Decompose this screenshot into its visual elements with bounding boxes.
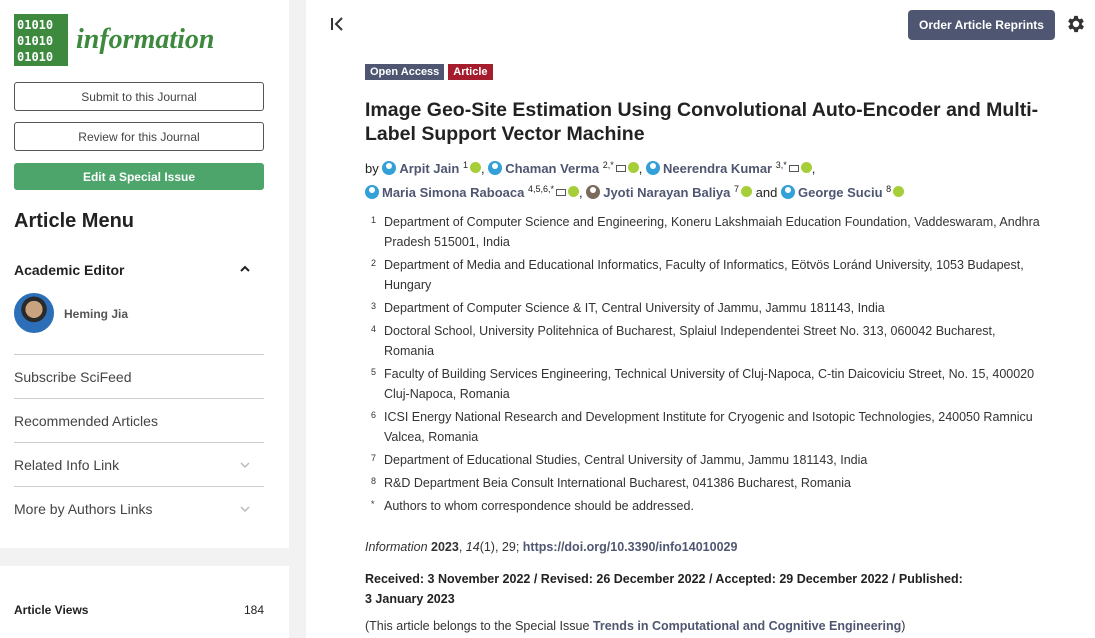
journal-logo[interactable]: 01010 01010 01010 information <box>14 14 214 66</box>
article-main: Order Article Reprints Open Access Artic… <box>306 0 1095 638</box>
article-badges: Open Access Article <box>365 64 493 80</box>
author-icon <box>488 161 503 175</box>
sidebar-item-label: Recommended Articles <box>14 412 158 429</box>
author-photo-icon <box>586 185 601 199</box>
chevron-up-icon[interactable] <box>240 264 250 274</box>
affiliation-item: 7 Department of Educational Studies, Cent… <box>371 453 868 467</box>
sidebar-item-subscribe[interactable]: Subscribe SciFeed <box>14 354 264 398</box>
orcid-icon[interactable] <box>469 162 481 173</box>
affiliation-item: 2 Department of Media and Educational Inf… <box>371 258 1024 292</box>
article-views-label: Article Views <box>14 603 89 617</box>
author-link[interactable]: Jyoti Narayan Baliya <box>586 185 730 200</box>
author-link[interactable]: Maria Simona Raboaca <box>365 185 524 200</box>
affiliation-item: 3 Department of Computer Science & IT, Ce… <box>371 301 885 315</box>
sidebar-item-related-info[interactable]: Related Info Link <box>14 442 264 486</box>
sidebar-item-label: Related Info Link <box>14 456 120 473</box>
sidebar-item-label: More by Authors Links <box>14 500 153 517</box>
submit-button[interactable]: Submit to this Journal <box>14 82 264 111</box>
author-link[interactable]: Neerendra Kumar <box>646 161 772 176</box>
academic-editor-title[interactable]: Academic Editor <box>14 262 124 278</box>
orcid-icon[interactable] <box>893 186 905 197</box>
affiliation-item: 4 Doctoral School, University Politehnica… <box>371 324 996 358</box>
orcid-icon[interactable] <box>741 186 753 197</box>
article-title: Image Geo-Site Estimation Using Convolut… <box>365 99 1039 145</box>
article-views-panel <box>0 566 289 638</box>
orcid-icon[interactable] <box>567 186 579 197</box>
author-icon <box>382 161 397 175</box>
sidebar-item-label: Subscribe SciFeed <box>14 368 132 385</box>
editor-name[interactable]: Heming Jia <box>64 307 128 321</box>
review-button[interactable]: Review for this Journal <box>14 122 264 151</box>
correspondence-note: * Authors to whom correspondence should b… <box>371 499 694 513</box>
affiliation-list: 1 Department of Computer Science and Engi… <box>365 212 1045 519</box>
article-views-value: 184 <box>244 603 265 617</box>
doi-link[interactable]: https://doi.org/10.3390/info14010029 <box>523 540 738 554</box>
author-icon <box>365 185 379 199</box>
article-type-badge: Article <box>448 64 493 80</box>
special-issue-note: (This article belongs to the Special Iss… <box>365 619 906 633</box>
edit-special-issue-button[interactable]: Edit a Special Issue <box>14 163 264 190</box>
author-link[interactable]: George Suciu <box>781 185 883 200</box>
mail-icon[interactable] <box>788 165 799 172</box>
author-list: by Arpit Jain 1, Chaman Verma 2,*, Neere… <box>365 155 1065 203</box>
chevron-down-icon <box>240 505 250 512</box>
mail-icon[interactable] <box>615 165 626 172</box>
order-reprints-button[interactable]: Order Article Reprints <box>908 10 1055 40</box>
sidebar: 01010 01010 01010 information Submit to … <box>0 0 289 548</box>
gear-icon[interactable] <box>1065 13 1087 35</box>
affiliation-item: 8 R&D Department Beia Consult Internation… <box>371 476 851 490</box>
publication-dates: Received: 3 November 2022 / Revised: 26 … <box>365 572 963 606</box>
article-menu-title: Article Menu <box>14 210 135 232</box>
author-icon <box>781 185 795 199</box>
sidebar-item-more-by-authors[interactable]: More by Authors Links <box>14 486 264 530</box>
editor-avatar[interactable] <box>14 293 54 333</box>
orcid-icon[interactable] <box>627 162 639 173</box>
logo-text: information <box>76 24 215 55</box>
collapse-sidebar-icon[interactable] <box>330 16 346 32</box>
mail-icon[interactable] <box>555 189 566 196</box>
logo-icon: 01010 01010 01010 <box>14 14 68 66</box>
affiliation-item: 6 ICSI Energy National Research and Devel… <box>371 410 1033 444</box>
orcid-icon[interactable] <box>800 162 812 173</box>
author-link[interactable]: Chaman Verma <box>488 161 599 176</box>
affiliation-item: 1 Department of Computer Science and Engi… <box>371 215 1040 249</box>
author-link[interactable]: Arpit Jain <box>382 161 459 176</box>
special-issue-link[interactable]: Trends in Computational and Cognitive En… <box>593 619 901 633</box>
citation: Information 2023, 14(1), 29; https://doi… <box>365 540 738 554</box>
affiliation-item: 5 Faculty of Building Services Engineerin… <box>371 367 1035 401</box>
chevron-down-icon <box>240 461 250 468</box>
open-access-badge[interactable]: Open Access <box>365 64 445 80</box>
author-icon <box>646 161 661 175</box>
sidebar-item-recommended[interactable]: Recommended Articles <box>14 398 264 442</box>
